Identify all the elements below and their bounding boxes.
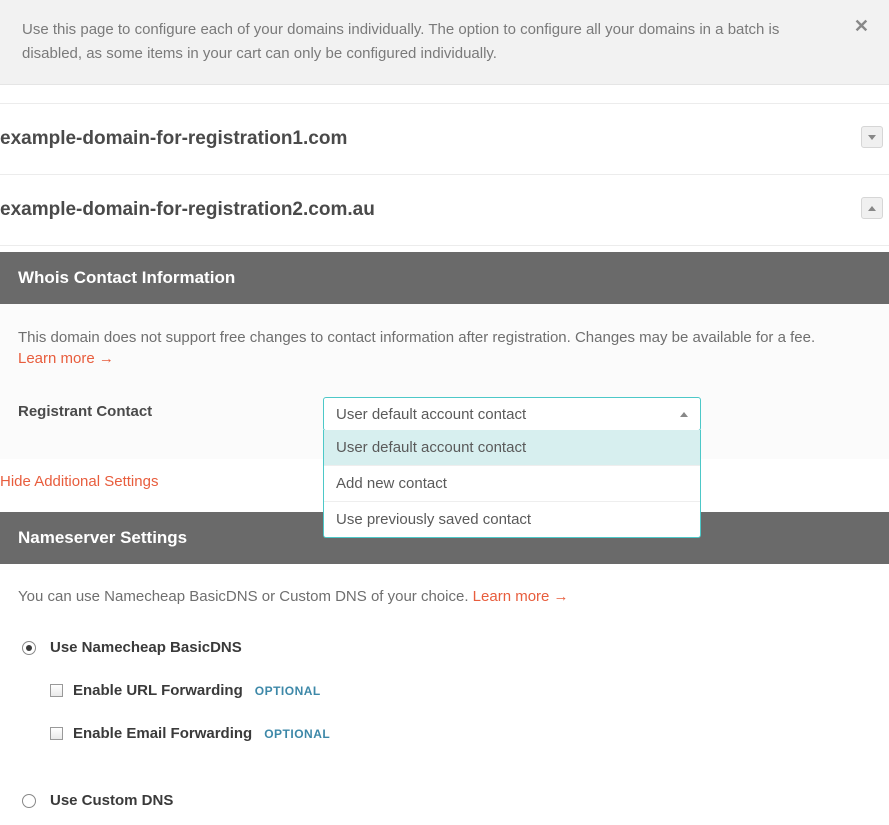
close-icon[interactable]: ✕ bbox=[854, 16, 869, 37]
whois-info-text: This domain does not support free change… bbox=[18, 326, 871, 350]
custom-dns-label: Use Custom DNS bbox=[50, 792, 173, 809]
url-forwarding-label: Enable URL Forwarding bbox=[73, 682, 243, 699]
domain-name-2: example-domain-for-registration2.com.au bbox=[0, 199, 375, 220]
optional-tag: OPTIONAL bbox=[255, 684, 321, 698]
nameserver-section-body: You can use Namecheap BasicDNS or Custom… bbox=[0, 564, 889, 825]
basic-dns-radio[interactable] bbox=[22, 641, 36, 655]
radio-selected-icon bbox=[26, 645, 32, 651]
optional-tag: OPTIONAL bbox=[264, 727, 330, 741]
registrant-contact-dropdown[interactable]: User default account contact User defaul… bbox=[323, 397, 701, 431]
dropdown-selected-value: User default account contact bbox=[336, 406, 526, 423]
dropdown-menu: User default account contact Add new con… bbox=[323, 430, 701, 538]
email-forwarding-label: Enable Email Forwarding bbox=[73, 725, 252, 742]
dropdown-option-add-new[interactable]: Add new contact bbox=[324, 465, 700, 501]
chevron-up-icon bbox=[868, 206, 876, 211]
whois-section-header: Whois Contact Information bbox=[0, 252, 889, 304]
email-forwarding-row[interactable]: Enable Email Forwarding OPTIONAL bbox=[18, 715, 871, 748]
domain-row-1[interactable]: example-domain-for-registration1.com bbox=[0, 103, 889, 175]
chevron-up-icon bbox=[680, 412, 688, 417]
collapse-button-2[interactable] bbox=[861, 197, 883, 219]
whois-section-body: This domain does not support free change… bbox=[0, 304, 889, 459]
custom-dns-radio[interactable] bbox=[22, 794, 36, 808]
notice-text: Use this page to configure each of your … bbox=[22, 18, 867, 66]
domain-row-2[interactable]: example-domain-for-registration2.com.au bbox=[0, 175, 889, 246]
notice-bar: Use this page to configure each of your … bbox=[0, 0, 889, 85]
registrant-contact-label: Registrant Contact bbox=[18, 397, 323, 420]
dropdown-option-saved[interactable]: Use previously saved contact bbox=[324, 501, 700, 537]
chevron-down-icon bbox=[868, 135, 876, 140]
expand-button-1[interactable] bbox=[861, 126, 883, 148]
email-forwarding-checkbox[interactable] bbox=[50, 727, 63, 740]
url-forwarding-row[interactable]: Enable URL Forwarding OPTIONAL bbox=[18, 672, 871, 705]
dropdown-option-default[interactable]: User default account contact bbox=[324, 430, 700, 465]
registrant-contact-row: Registrant Contact User default account … bbox=[18, 397, 871, 431]
nameserver-info-text: You can use Namecheap BasicDNS or Custom… bbox=[18, 588, 473, 605]
dropdown-toggle[interactable]: User default account contact bbox=[323, 397, 701, 431]
domain-name-1: example-domain-for-registration1.com bbox=[0, 128, 347, 149]
basic-dns-label: Use Namecheap BasicDNS bbox=[50, 639, 242, 656]
whois-learn-more-link[interactable]: Learn more → bbox=[18, 350, 114, 367]
custom-dns-radio-row[interactable]: Use Custom DNS bbox=[18, 776, 871, 815]
nameserver-learn-more-link[interactable]: Learn more → bbox=[473, 588, 569, 605]
url-forwarding-checkbox[interactable] bbox=[50, 684, 63, 697]
basic-dns-radio-row[interactable]: Use Namecheap BasicDNS bbox=[18, 623, 871, 662]
